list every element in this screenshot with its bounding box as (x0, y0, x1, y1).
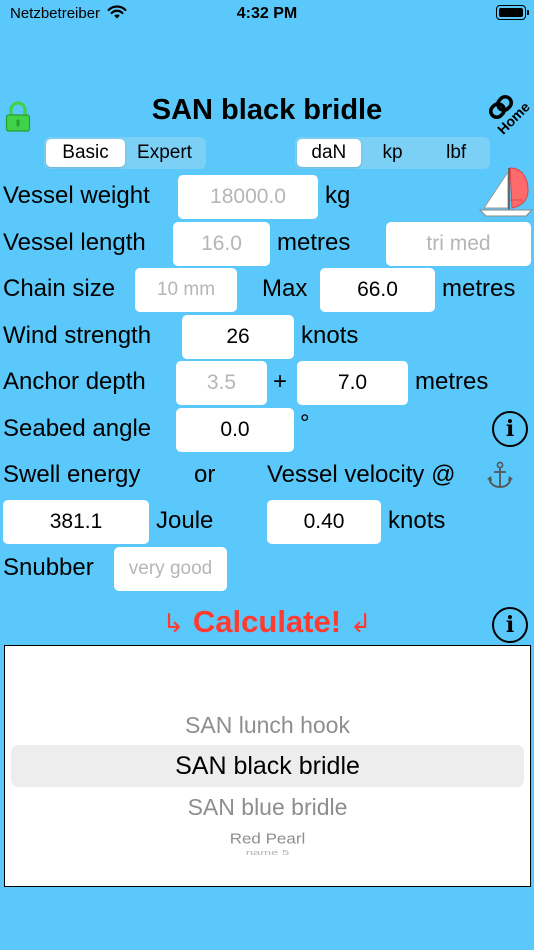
vessel-weight-label: Vessel weight (3, 182, 150, 209)
picker-item[interactable]: SAN lunch hook (5, 712, 530, 739)
picker-item[interactable]: SAN blue bridle (5, 794, 530, 821)
vessel-weight-input[interactable]: 18000.0 (178, 175, 318, 219)
units-segmented-control: daN kp lbf (295, 137, 490, 169)
wind-strength-label: Wind strength (3, 322, 152, 349)
swell-energy-input[interactable]: 381.1 (3, 500, 149, 544)
chain-max-unit: metres (442, 275, 516, 302)
wind-strength-input[interactable]: 26 (182, 315, 294, 359)
anchor-icon (487, 461, 513, 488)
picker-item-selected[interactable]: SAN black bridle (5, 752, 530, 781)
tab-kp[interactable]: kp (361, 139, 425, 167)
vessel-type-input[interactable]: tri med (386, 222, 531, 266)
anchor-depth-plus: + (273, 368, 288, 395)
vessel-length-input[interactable]: 16.0 (173, 222, 270, 266)
anchor-depth-unit: metres (415, 368, 489, 395)
chain-size-input[interactable]: 10 mm (135, 268, 237, 312)
tab-expert[interactable]: Expert (125, 139, 204, 167)
anchor-depth-label: Anchor depth (3, 368, 146, 395)
tab-basic[interactable]: Basic (46, 139, 125, 167)
snubber-input[interactable]: very good (114, 547, 227, 591)
chain-size-label: Chain size (3, 275, 116, 302)
home-button[interactable]: Home (484, 92, 534, 142)
vessel-velocity-label: Vessel velocity @ (267, 461, 456, 488)
calc-label: Calculate! (192, 604, 342, 639)
calc-info-icon[interactable]: i (492, 607, 528, 643)
vessel-velocity-unit: knots (388, 507, 446, 534)
battery-icon (496, 5, 529, 20)
anchor-extra-input[interactable]: 7.0 (297, 361, 408, 405)
calc-right-arrow: ↲ (349, 608, 372, 638)
seabed-angle-input[interactable]: 0.0 (176, 408, 294, 452)
or-label: or (194, 461, 216, 488)
page-title: SAN black bridle (151, 94, 383, 126)
picker-item[interactable]: Red Pearl (5, 831, 530, 848)
snubber-label: Snubber (3, 554, 94, 581)
chain-max-label: Max (262, 275, 308, 302)
seabed-angle-label: Seabed angle (3, 415, 152, 442)
vessel-length-label: Vessel length (3, 229, 146, 256)
vessel-weight-unit: kg (325, 182, 351, 209)
swell-energy-label: Swell energy (3, 461, 141, 488)
calculate-button[interactable]: ↳ Calculate! ↲ (0, 604, 534, 640)
status-time: 4:32 PM (236, 5, 298, 22)
anchor-depth-input[interactable]: 3.5 (176, 361, 267, 405)
sailboat-icon[interactable] (478, 164, 534, 220)
wind-strength-unit: knots (301, 322, 359, 349)
vessel-length-unit: metres (277, 229, 351, 256)
swell-energy-unit: Joule (156, 507, 214, 534)
vessel-velocity-input[interactable]: 0.40 (267, 500, 381, 544)
seabed-angle-unit: ° (300, 410, 310, 437)
anchor-setup-picker[interactable]: SAN lunch hook SAN black bridle SAN blue… (4, 645, 531, 887)
calc-left-arrow: ↳ (162, 608, 185, 638)
picker-item[interactable]: name 5 (5, 848, 530, 856)
info-icon[interactable]: i (492, 411, 528, 447)
tab-lbf[interactable]: lbf (424, 139, 488, 167)
tab-dan[interactable]: daN (297, 139, 361, 167)
mode-segmented-control: Basic Expert (44, 137, 206, 169)
chain-max-input[interactable]: 66.0 (320, 268, 435, 312)
